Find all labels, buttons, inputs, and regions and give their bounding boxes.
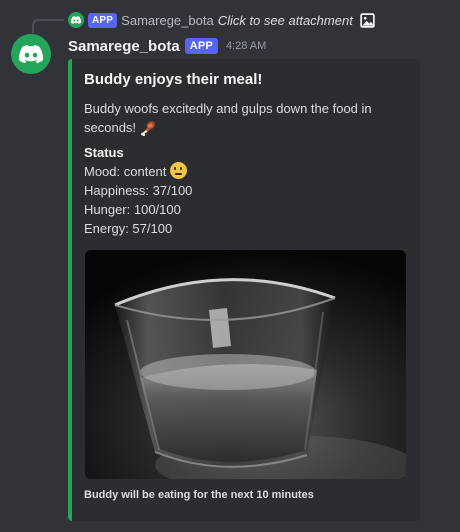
- reply-preview[interactable]: APP Samarege_bota Click to see attachmen…: [68, 10, 376, 30]
- reply-avatar-icon: [68, 12, 84, 28]
- status-mood: Mood: content: [84, 164, 167, 179]
- reply-app-tag: APP: [88, 12, 118, 28]
- reply-text[interactable]: Click to see attachment: [218, 13, 353, 28]
- embed-footer: Buddy will be eating for the next 10 min…: [84, 489, 314, 501]
- message-timestamp[interactable]: 4:28 AM: [226, 40, 266, 52]
- status-field-value: Mood: content Happiness: 37/100 Hunger: …: [84, 162, 192, 238]
- app-tag: APP: [184, 38, 218, 54]
- embed-image[interactable]: [85, 250, 406, 479]
- embed-title: Buddy enjoys their meal!: [84, 71, 263, 88]
- status-energy: Energy: 57/100: [84, 221, 173, 236]
- reply-author[interactable]: Samarege_bota: [121, 13, 214, 28]
- message-author[interactable]: Samarege_bota: [68, 38, 180, 55]
- message-header: Samarege_bota APP 4:28 AM: [68, 35, 266, 57]
- neutral-face-emoji: [170, 162, 188, 179]
- embed-description: Buddy woofs excitedly and gulps down the…: [84, 99, 404, 137]
- status-happiness: Happiness: 37/100: [84, 183, 193, 198]
- discord-logo-icon[interactable]: [11, 34, 51, 74]
- status-hunger: Hunger: 100/100: [84, 202, 181, 217]
- reply-spine: [32, 19, 64, 33]
- embed-card: Buddy enjoys their meal! Buddy woofs exc…: [68, 59, 420, 521]
- status-field-name: Status: [84, 145, 124, 160]
- image-icon: [360, 12, 375, 28]
- status-mood-row: Mood: content: [84, 162, 192, 181]
- embed-description-text: Buddy woofs excitedly and gulps down the…: [84, 101, 372, 135]
- meat-on-bone-emoji: [140, 121, 155, 136]
